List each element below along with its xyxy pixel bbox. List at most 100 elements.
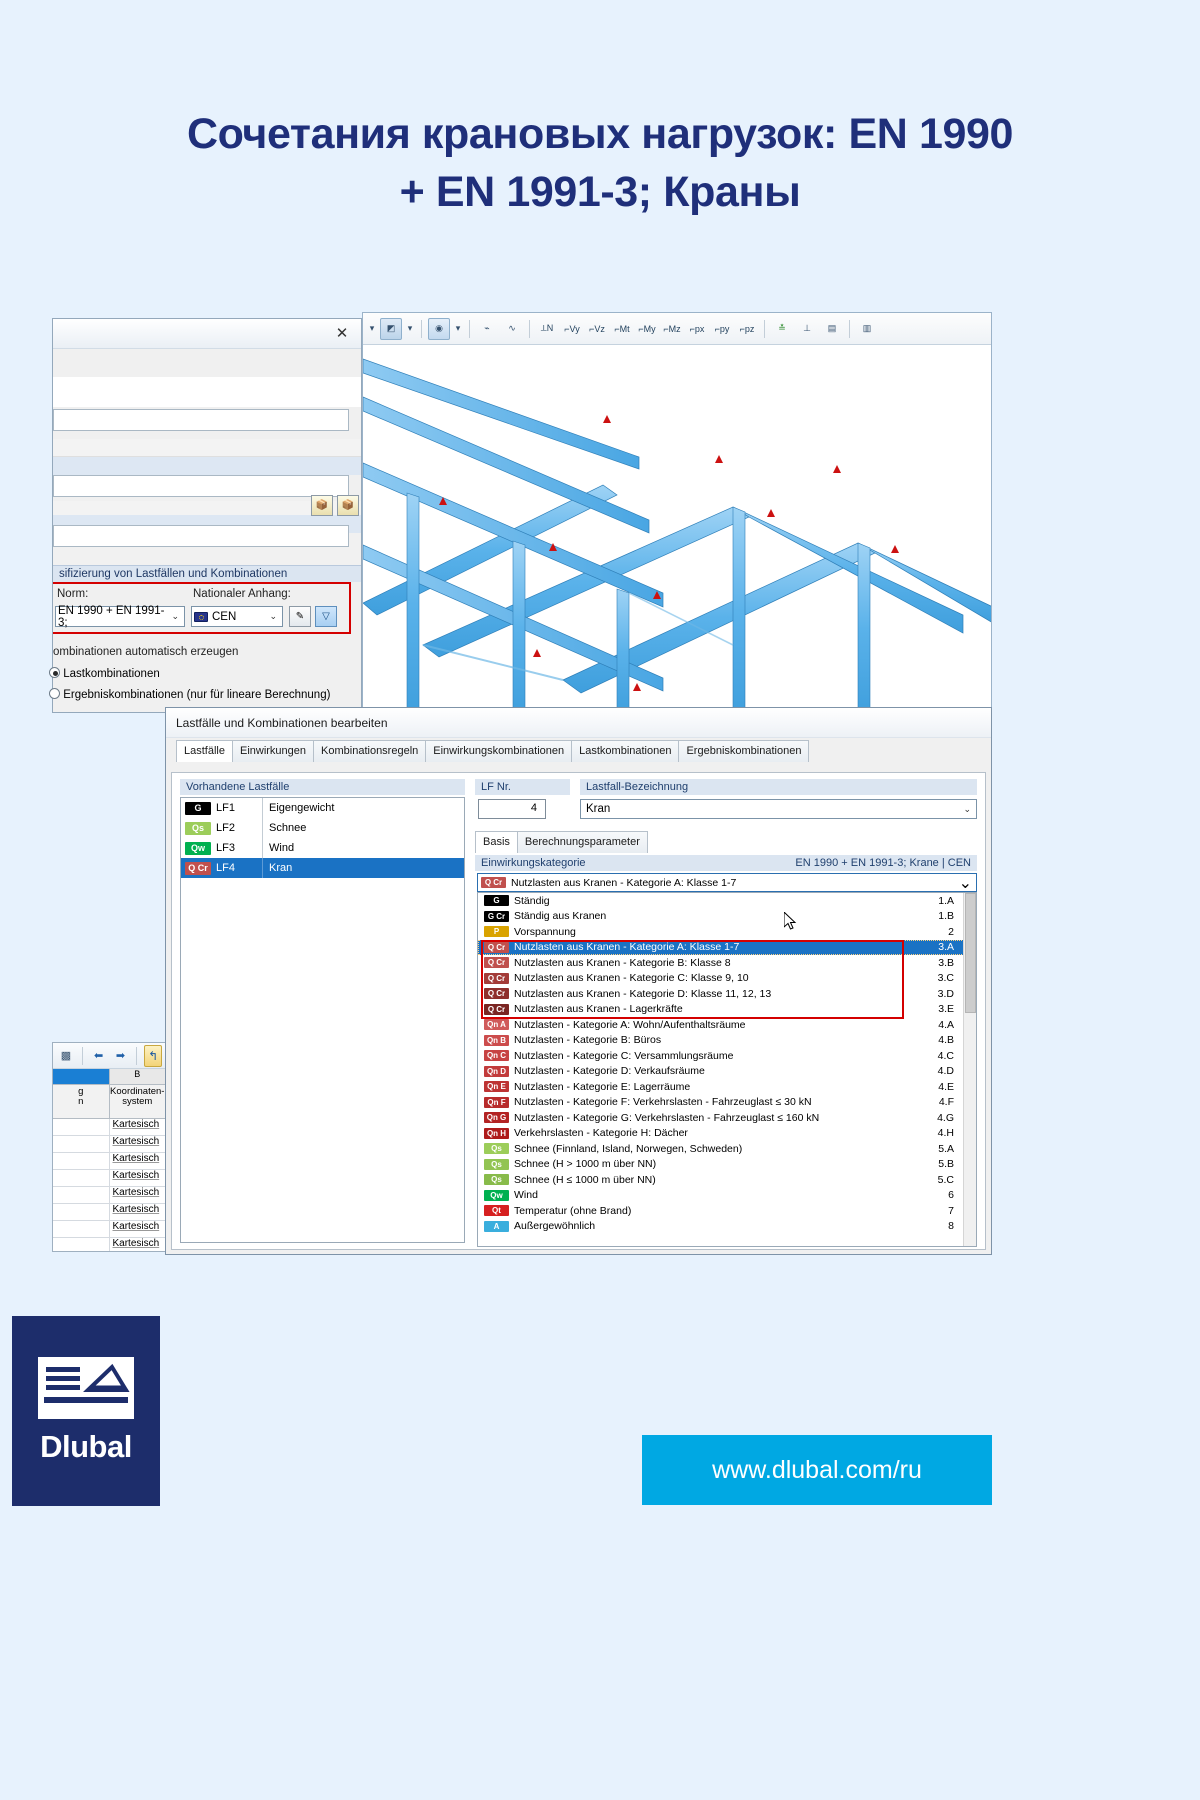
shear-vz-icon[interactable]: ⌐Vz [586,318,608,340]
action-category-dropdown[interactable]: G Ständig 1.A G Cr Ständig aus Kranen 1.B P Vor… [477,892,977,1247]
tab-kombinationsregeln[interactable]: Kombinationsregeln [313,740,427,762]
load-cases-dialog-tabs[interactable]: Lastfälle Einwirkungen Kombinationsregeln E… [166,740,991,762]
diagram-icon[interactable]: ▩ [57,1045,75,1067]
sections-icon[interactable]: ⊥ [796,318,818,340]
funnel-icon[interactable]: ▽ [315,606,337,627]
model-3d-viewport[interactable] [363,345,991,711]
load-case-inner-tabs[interactable]: Basis Berechnungsparameter [475,831,648,853]
cell-b[interactable]: Kartesisch [110,1187,166,1203]
standard-combo[interactable]: EN 1990 + EN 1991-3; ⌄ [55,605,185,629]
cell-a[interactable] [53,1187,110,1203]
cell-b[interactable]: Kartesisch [110,1204,166,1220]
category-option[interactable]: Q Cr Nutzlasten aus Kranen - Kategorie A:… [478,939,976,955]
existing-load-cases-list[interactable]: G LF1 Eigengewicht Qs LF2 Schnee Qw LF3 Wind Q Cr… [180,797,465,1243]
table-row[interactable]: Kartesisch [53,1119,166,1136]
shear-vy-icon[interactable]: ⌐Vy [561,318,583,340]
category-option[interactable]: Qn D Nutzlasten - Kategorie D: Verkaufsrä… [478,1064,976,1080]
chevron-down-icon[interactable]: ⌄ [963,804,974,815]
category-option[interactable]: Qs Schnee (Finnland, Island, Norwegen, Sc… [478,1141,976,1157]
new-object-icon[interactable]: 📦 [311,495,333,516]
undo-icon[interactable]: ↰ [144,1044,163,1067]
load-case-row[interactable]: G LF1 Eigengewicht [181,798,464,818]
table-row[interactable]: Kartesisch [53,1153,166,1170]
coordinate-table[interactable]: ▩ ⬅ ➡ ↰ B g n Koordinaten- system Kartes… [52,1042,167,1252]
cell-b[interactable]: Kartesisch [110,1238,166,1251]
action-category-combo[interactable]: Q Cr Nutzlasten aus Kranen - Kategorie A… [477,873,977,892]
table-row[interactable]: Kartesisch [53,1238,166,1251]
category-option[interactable]: Qn E Nutzlasten - Kategorie E: Lagerräume… [478,1079,976,1095]
category-option[interactable]: A Außergewöhnlich 8 [478,1219,976,1235]
action-category-options[interactable]: G Ständig 1.A G Cr Ständig aus Kranen 1.B P Vor… [478,893,976,1234]
curve-icon[interactable]: ∿ [501,318,523,340]
load-case-row[interactable]: Qs LF2 Schnee [181,818,464,838]
close-icon[interactable]: ✕ [329,323,355,343]
comment-field[interactable] [53,525,349,547]
moment-my-icon[interactable]: ⌐My [636,318,658,340]
prev-icon[interactable]: ⬅ [90,1045,108,1067]
pz-icon[interactable]: ⌐pz [736,318,758,340]
category-option[interactable]: Q Cr Nutzlasten aus Kranen - Kategorie B:… [478,955,976,971]
column-header-b[interactable]: B [110,1069,166,1084]
category-option[interactable]: Qn F Nutzlasten - Kategorie F: Verkehrsla… [478,1095,976,1111]
cell-b[interactable]: Kartesisch [110,1153,166,1169]
inner-tab-basis[interactable]: Basis [475,831,518,853]
category-option[interactable]: Qw Wind 6 [478,1188,976,1204]
cell-b[interactable]: Kartesisch [110,1221,166,1237]
deformation-icon[interactable]: ⌁ [476,318,498,340]
cell-a[interactable] [53,1238,110,1251]
category-option[interactable]: G Cr Ständig aus Kranen 1.B [478,909,976,925]
torsion-mt-icon[interactable]: ⌐Mt [611,318,633,340]
radio-off-icon[interactable] [49,688,60,699]
cell-a[interactable] [53,1119,110,1135]
axial-force-n-icon[interactable]: ⟂N [536,318,558,340]
cell-a[interactable] [53,1221,110,1237]
category-option[interactable]: Qs Schnee (H ≤ 1000 m über NN) 5.C [478,1172,976,1188]
tab-einwirkungen[interactable]: Einwirkungen [231,740,315,762]
chevron-down-icon[interactable]: ⌄ [171,611,182,622]
duplicate-icon[interactable]: 📦 [337,495,359,516]
model-name-field[interactable] [53,409,349,431]
px-icon[interactable]: ⌐px [686,318,708,340]
print-icon[interactable]: ▥ [856,318,878,340]
column-header-a[interactable] [53,1069,110,1084]
category-option[interactable]: Qt Temperatur (ohne Brand) 7 [478,1203,976,1219]
table-row[interactable]: Kartesisch [53,1187,166,1204]
cell-b[interactable]: Kartesisch [110,1170,166,1186]
category-option[interactable]: Qs Schnee (H > 1000 m über NN) 5.B [478,1157,976,1173]
category-option[interactable]: Q Cr Nutzlasten aus Kranen - Kategorie C:… [478,971,976,987]
category-option[interactable]: Qn H Verkehrslasten - Kategorie H: Dächer… [478,1126,976,1142]
national-annex-combo[interactable]: CEN ⌄ [191,606,283,627]
chevron-down-icon[interactable]: ⌄ [959,873,976,893]
inner-tab-berechnungsparameter[interactable]: Berechnungsparameter [516,831,648,853]
cell-a[interactable] [53,1204,110,1220]
lf-nr-input[interactable]: 4 [478,799,546,819]
table-row[interactable]: Kartesisch [53,1204,166,1221]
result-table-icon[interactable]: ▤ [821,318,843,340]
cell-a[interactable] [53,1136,110,1152]
website-url-banner[interactable]: www.dlubal.com/ru [642,1435,992,1505]
lf-name-combo[interactable]: Kran ⌄ [580,799,977,819]
chevron-down-icon[interactable]: ⌄ [269,611,280,622]
category-option[interactable]: Qn B Nutzlasten - Kategorie B: Büros 4.B [478,1033,976,1049]
dropdown-arrow-icon[interactable]: ▾ [367,318,377,340]
category-option[interactable]: Qn A Nutzlasten - Kategorie A: Wohn/Aufen… [478,1017,976,1033]
cell-a[interactable] [53,1170,110,1186]
scrollbar-thumb[interactable] [965,893,976,1013]
description-field[interactable] [53,475,349,497]
coordinate-table-toolbar[interactable]: ▩ ⬅ ➡ ↰ [53,1043,166,1069]
cell-b[interactable]: Kartesisch [110,1119,166,1135]
tab-ergebniskombinationen[interactable]: Ergebniskombinationen [678,740,810,762]
category-option[interactable]: Q Cr Nutzlasten aus Kranen - Lagerkräfte 3… [478,1002,976,1018]
dropdown-scrollbar[interactable] [963,893,976,1246]
next-icon[interactable]: ➡ [112,1045,130,1067]
globe-icon[interactable]: ◉ [428,317,450,340]
radio-on-icon[interactable] [49,667,60,678]
edit-icon[interactable]: ✎ [289,606,311,627]
load-case-row[interactable]: Qw LF3 Wind [181,838,464,858]
moment-mz-icon[interactable]: ⌐Mz [661,318,683,340]
tab-lastfälle[interactable]: Lastfälle [176,740,233,762]
category-option[interactable]: P Vorspannung 2 [478,924,976,940]
cell-a[interactable] [53,1153,110,1169]
cell-b[interactable]: Kartesisch [110,1136,166,1152]
dropdown-arrow-icon[interactable]: ▾ [453,318,463,340]
